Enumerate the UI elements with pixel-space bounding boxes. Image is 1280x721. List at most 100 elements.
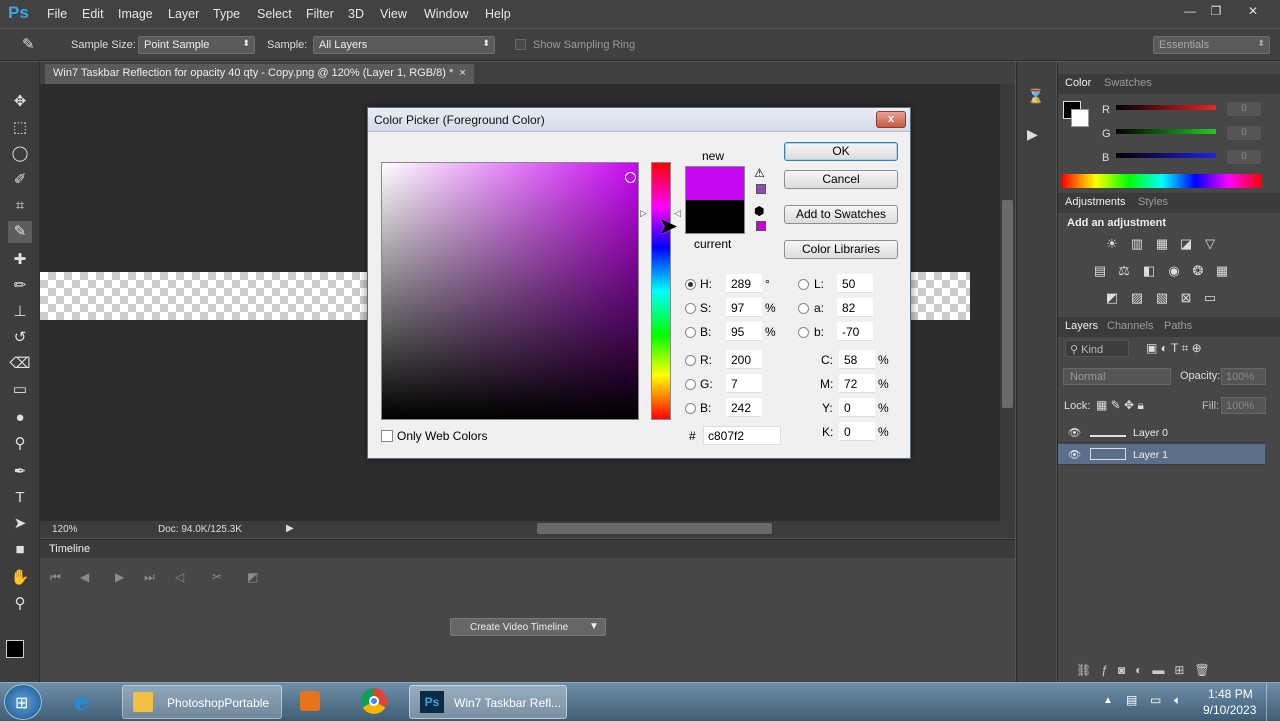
type-tool-icon[interactable]: T — [8, 487, 32, 509]
radio-hsb-b[interactable] — [685, 327, 696, 338]
show-desktop-button[interactable] — [1266, 683, 1280, 721]
path-selection-icon[interactable]: ➤ — [8, 513, 32, 535]
tab-adjustments[interactable]: Adjustments — [1065, 196, 1126, 208]
rectangle-tool-icon[interactable]: ■ — [8, 539, 32, 561]
history-brush-icon[interactable]: ↺ — [8, 327, 32, 349]
radio-r[interactable] — [685, 355, 696, 366]
field-c[interactable]: 58 — [839, 350, 875, 369]
field-r[interactable]: 200 — [726, 350, 762, 369]
color-field[interactable] — [381, 162, 639, 420]
web-safe-color-swatch[interactable] — [756, 221, 766, 231]
volume-icon[interactable]: 🔈︎ — [1174, 693, 1181, 708]
opacity-value[interactable]: 100% — [1221, 368, 1266, 385]
slider-b[interactable] — [1116, 153, 1216, 158]
vibrance-icon[interactable]: ▽ — [1201, 236, 1219, 252]
foreground-color-swatch[interactable] — [6, 640, 24, 658]
crop-tool-icon[interactable]: ⌗ — [8, 195, 32, 217]
radio-lab-b[interactable] — [798, 327, 809, 338]
quick-selection-icon[interactable]: ✐ — [8, 169, 32, 191]
channel-mixer-icon[interactable]: ❂ — [1189, 263, 1207, 279]
sample-select[interactable]: All Layers ⬍ — [313, 36, 495, 54]
document-tab[interactable]: Win7 Taskbar Reflection for opacity 40 q… — [45, 64, 474, 84]
menu-select[interactable]: Select — [257, 7, 292, 21]
power-icon[interactable]: ▭ — [1150, 693, 1161, 707]
slider-g[interactable] — [1116, 129, 1216, 134]
levels-icon[interactable]: ▥ — [1128, 236, 1146, 252]
lock-icons[interactable]: ▦ ✎ ✥ 🔒︎ — [1096, 398, 1144, 413]
slider-r[interactable] — [1116, 105, 1216, 110]
clone-stamp-icon[interactable]: ⊥ — [8, 301, 32, 323]
vertical-scroll-thumb[interactable] — [1002, 200, 1013, 408]
transition-icon[interactable]: ◩ — [247, 570, 258, 584]
posterize-icon[interactable]: ▨ — [1128, 290, 1146, 306]
clock-date[interactable]: 9/10/2023 — [1203, 703, 1256, 717]
only-web-colors-checkbox[interactable] — [381, 430, 393, 442]
field-m[interactable]: 72 — [839, 374, 875, 393]
hue-slider[interactable] — [651, 162, 671, 420]
hue-slider-left-arrow[interactable]: ▷ — [640, 208, 647, 219]
color-field-marker[interactable] — [625, 172, 636, 183]
media-player-icon[interactable] — [300, 691, 320, 711]
menu-3d[interactable]: 3D — [348, 7, 364, 21]
zoom-level[interactable]: 120% — [52, 524, 78, 535]
tab-channels[interactable]: Channels — [1107, 320, 1153, 332]
color-lookup-icon[interactable]: ▦ — [1213, 263, 1231, 279]
web-safe-cube-icon[interactable]: ⬢ — [754, 204, 764, 218]
chrome-icon[interactable] — [361, 688, 387, 714]
create-video-timeline-button[interactable]: Create Video Timeline ▼ — [450, 618, 606, 636]
invert-icon[interactable]: ◩ — [1103, 290, 1121, 306]
gradient-tool-icon[interactable]: ▭ — [8, 379, 32, 401]
eyedropper-tool-icon[interactable]: ✎ — [8, 221, 32, 243]
menu-view[interactable]: View — [380, 7, 407, 21]
radio-g[interactable] — [685, 379, 696, 390]
menu-type[interactable]: Type — [213, 7, 240, 21]
menu-filter[interactable]: Filter — [306, 7, 334, 21]
menu-file[interactable]: File — [47, 7, 67, 21]
zoom-tool-icon[interactable]: ⚲ — [8, 593, 32, 615]
background-color-box[interactable] — [1071, 109, 1089, 127]
menu-image[interactable]: Image — [118, 7, 153, 21]
move-tool-icon[interactable]: ✥ — [8, 91, 32, 113]
layer-footer-icons[interactable]: ⛓ƒ◙◐▬⊞🗑︎ — [1076, 663, 1220, 677]
blur-tool-icon[interactable]: ● — [8, 407, 32, 429]
hex-input[interactable]: c807f2 — [703, 426, 781, 445]
field-lab-b[interactable]: -70 — [837, 322, 873, 341]
chevron-down-icon[interactable]: ▼ — [589, 621, 599, 632]
start-button[interactable]: ⊞ — [4, 684, 42, 720]
history-icon[interactable]: ⌛ — [1027, 88, 1044, 105]
field-s[interactable]: 97 — [726, 298, 762, 317]
scissors-icon[interactable]: ✂ — [212, 570, 222, 584]
visibility-eye-icon[interactable]: 👁︎ — [1068, 448, 1081, 461]
threshold-icon[interactable]: ▧ — [1153, 290, 1171, 306]
next-frame-icon[interactable]: ⏭ — [144, 570, 155, 585]
eraser-tool-icon[interactable]: ⌫ — [8, 353, 32, 375]
field-h[interactable]: 289 — [726, 274, 762, 293]
show-ring-checkbox[interactable] — [515, 39, 526, 50]
field-a[interactable]: 82 — [837, 298, 873, 317]
tab-color[interactable]: Color — [1065, 77, 1091, 89]
hue-saturation-icon[interactable]: ▤ — [1091, 263, 1109, 279]
color-libraries-button[interactable]: Color Libraries — [784, 240, 898, 259]
color-balance-icon[interactable]: ⚖ — [1115, 263, 1133, 279]
lasso-tool-icon[interactable]: ◯ — [8, 143, 32, 165]
value-g[interactable]: 0 — [1226, 125, 1262, 141]
gradient-map-icon[interactable]: ▭ — [1201, 290, 1219, 306]
close-tab-icon[interactable]: × — [459, 67, 465, 79]
layer-name[interactable]: Layer 0 — [1133, 427, 1168, 439]
first-frame-icon[interactable]: ⏮ — [50, 570, 61, 585]
current-color-swatch[interactable] — [685, 200, 745, 234]
radio-s[interactable] — [685, 303, 696, 314]
play-arrow-icon[interactable]: ▶ — [286, 523, 294, 534]
brightness-icon[interactable]: ☀ — [1103, 236, 1121, 252]
field-g[interactable]: 7 — [726, 374, 762, 393]
previous-frame-icon[interactable]: ◀ — [80, 570, 89, 584]
horizontal-scroll-thumb[interactable] — [537, 523, 772, 534]
curves-icon[interactable]: ▦ — [1153, 236, 1171, 252]
blend-mode-select[interactable]: Normal — [1063, 368, 1171, 385]
dodge-tool-icon[interactable]: ⚲ — [8, 433, 32, 455]
field-k[interactable]: 0 — [839, 422, 875, 441]
ok-button[interactable]: OK — [784, 142, 898, 161]
tab-paths[interactable]: Paths — [1164, 320, 1192, 332]
field-y[interactable]: 0 — [839, 398, 875, 417]
menu-layer[interactable]: Layer — [168, 7, 199, 21]
